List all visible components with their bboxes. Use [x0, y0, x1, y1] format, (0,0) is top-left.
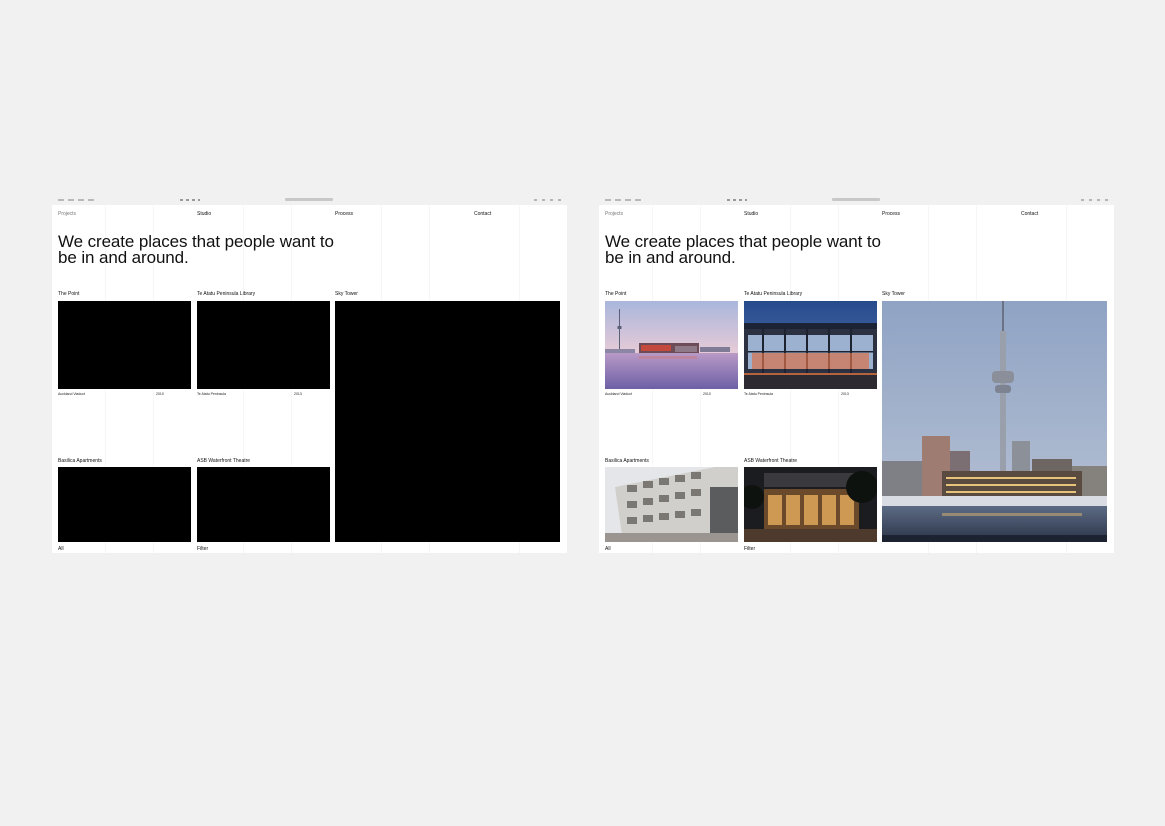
project-image-te-atatu-library[interactable] [744, 301, 877, 389]
browser-toolbar [599, 196, 1114, 205]
project-title-the-point[interactable]: The Point [605, 291, 626, 297]
hero-line-2: be in and around. [605, 248, 736, 267]
project-location: Te Atatu Peninsula [197, 392, 226, 396]
project-title-te-atatu-library[interactable]: Te Atatu Peninsula Library [744, 291, 802, 297]
browser-tools[interactable] [534, 199, 564, 201]
project-image-basilica[interactable] [605, 467, 738, 542]
project-year: 2013 [294, 392, 302, 396]
nav-projects[interactable]: Projects [605, 211, 623, 217]
filter-all-link[interactable]: All [605, 546, 611, 552]
project-location: Te Atatu Peninsula [744, 392, 773, 396]
web-page: Projects Studio Process Contact We creat… [52, 205, 567, 553]
project-title-asb-theatre[interactable]: ASB Waterfront Theatre [744, 458, 797, 464]
project-image-placeholder-sky-tower[interactable] [335, 301, 560, 542]
project-year: 2010 [156, 392, 164, 396]
project-image-placeholder-te-atatu-library[interactable] [197, 301, 330, 389]
hero-heading: We create places that people want to be … [605, 233, 905, 267]
project-year: 2010 [703, 392, 711, 396]
screenshot-loaded-state: Projects Studio Process Contact We creat… [599, 196, 1114, 553]
project-location: Auckland Viaduct [58, 392, 85, 396]
nav-process[interactable]: Process [335, 211, 353, 217]
address-bar[interactable] [832, 198, 880, 201]
project-title-basilica[interactable]: Basilica Apartments [58, 458, 102, 464]
project-year: 2013 [841, 392, 849, 396]
browser-nav-buttons[interactable] [727, 199, 747, 201]
project-title-asb-theatre[interactable]: ASB Waterfront Theatre [197, 458, 250, 464]
project-title-te-atatu-library[interactable]: Te Atatu Peninsula Library [197, 291, 255, 297]
nav-studio[interactable]: Studio [744, 211, 758, 217]
nav-contact[interactable]: Contact [474, 211, 491, 217]
hero-heading: We create places that people want to be … [58, 233, 358, 267]
window-controls[interactable] [605, 199, 643, 201]
browser-tools[interactable] [1081, 199, 1111, 201]
nav-process[interactable]: Process [882, 211, 900, 217]
screenshot-loading-state: Projects Studio Process Contact We creat… [52, 196, 567, 553]
filter-link[interactable]: Filter [744, 546, 755, 552]
browser-nav-buttons[interactable] [180, 199, 200, 201]
hero-line-2: be in and around. [58, 248, 189, 267]
web-page: Projects Studio Process Contact We creat… [599, 205, 1114, 553]
project-image-asb-theatre[interactable] [744, 467, 877, 542]
project-title-sky-tower[interactable]: Sky Tower [882, 291, 905, 297]
project-image-placeholder-basilica[interactable] [58, 467, 191, 542]
project-image-the-point[interactable] [605, 301, 738, 389]
nav-studio[interactable]: Studio [197, 211, 211, 217]
nav-contact[interactable]: Contact [1021, 211, 1038, 217]
browser-toolbar [52, 196, 567, 205]
window-controls[interactable] [58, 199, 96, 201]
project-title-sky-tower[interactable]: Sky Tower [335, 291, 358, 297]
project-title-basilica[interactable]: Basilica Apartments [605, 458, 649, 464]
project-title-the-point[interactable]: The Point [58, 291, 79, 297]
filter-link[interactable]: Filter [197, 546, 208, 552]
nav-projects[interactable]: Projects [58, 211, 76, 217]
project-image-placeholder-asb-theatre[interactable] [197, 467, 330, 542]
filter-all-link[interactable]: All [58, 546, 64, 552]
project-location: Auckland Viaduct [605, 392, 632, 396]
project-image-sky-tower[interactable] [882, 301, 1107, 542]
address-bar[interactable] [285, 198, 333, 201]
project-image-placeholder-the-point[interactable] [58, 301, 191, 389]
